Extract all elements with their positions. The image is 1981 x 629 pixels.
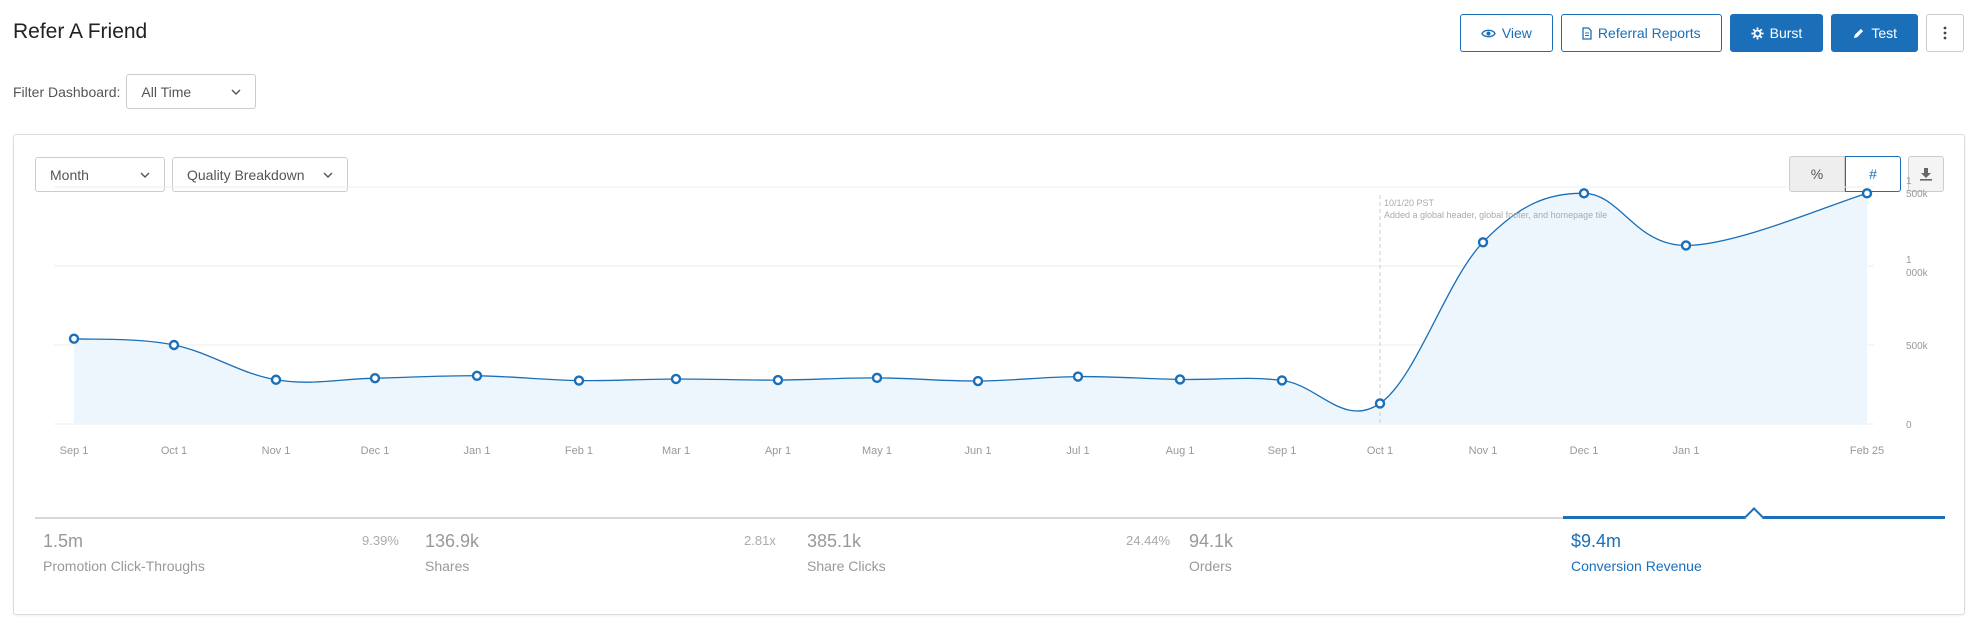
- chart-panel: Month Quality Breakdown % # 0 500k 1 000k 1 5…: [13, 134, 1965, 615]
- view-button[interactable]: View: [1459, 14, 1553, 52]
- x-tick-label: Jan 1: [1673, 445, 1700, 457]
- data-point: [1680, 240, 1692, 251]
- metric-3[interactable]: 94.1k Orders: [1181, 531, 1563, 574]
- metric-value: 385.1k: [807, 531, 862, 551]
- eye-icon: [1481, 29, 1496, 37]
- metric-4[interactable]: $9.4m Conversion Revenue: [1563, 531, 1945, 574]
- data-point: [1072, 371, 1084, 382]
- burst-button-label: Burst: [1769, 25, 1803, 41]
- data-point: [168, 339, 180, 351]
- metrics-strip: 1.5m Promotion Click-Throughs 136.9k Shares…: [35, 531, 1945, 574]
- filter-dashboard-select[interactable]: All Time: [126, 74, 257, 109]
- x-tick-label: Dec 1: [361, 445, 390, 457]
- x-tick-label: Aug 1: [1166, 445, 1195, 457]
- metric-0[interactable]: 1.5m Promotion Click-Throughs: [35, 531, 417, 574]
- metric-label: Orders: [1189, 558, 1232, 574]
- y-tick-label: 500k: [1906, 341, 1929, 352]
- metric-label: Conversion Revenue: [1571, 558, 1702, 574]
- x-tick-label: Oct 1: [1367, 445, 1393, 457]
- referral-reports-label: Referral Reports: [1597, 25, 1701, 41]
- x-tick-label: Nov 1: [262, 445, 291, 457]
- annotation-date: 10/1/20 PST: [1384, 198, 1435, 208]
- y-tick-label: 1: [1906, 255, 1912, 266]
- y-tick-label: 0: [1906, 420, 1912, 431]
- x-tick-label: Sep 1: [60, 445, 89, 457]
- data-point: [1374, 398, 1386, 409]
- test-button[interactable]: Test: [1831, 14, 1918, 52]
- burst-button[interactable]: Burst: [1729, 14, 1824, 52]
- document-icon: [1582, 26, 1592, 40]
- data-point: [471, 370, 483, 382]
- data-point: [972, 375, 984, 387]
- y-tick-label: 500k: [1906, 189, 1929, 200]
- referral-reports-button[interactable]: Referral Reports: [1560, 14, 1722, 52]
- x-tick-label: May 1: [862, 445, 892, 457]
- filter-row: Filter Dashboard: All Time: [13, 74, 257, 109]
- more-options-button[interactable]: [1926, 14, 1964, 52]
- data-point: [1276, 375, 1288, 386]
- x-tick-label: Mar 1: [662, 445, 690, 457]
- data-point: [871, 372, 883, 384]
- y-tick-label: 1: [1906, 176, 1912, 187]
- metric-ratio: 9.39%: [362, 533, 399, 548]
- metric-value: 136.9k: [425, 531, 480, 551]
- x-tick-label: Jan 1: [464, 445, 491, 457]
- x-tick-label: Jun 1: [965, 445, 992, 457]
- filter-dashboard-value: All Time: [141, 83, 192, 100]
- data-point: [1578, 188, 1590, 199]
- view-button-label: View: [1501, 25, 1532, 41]
- data-point: [1174, 374, 1186, 385]
- x-tick-label: Nov 1: [1469, 445, 1498, 457]
- chevron-down-icon: [231, 89, 241, 95]
- metric-2[interactable]: 385.1k Share Clicks: [799, 531, 1181, 574]
- y-tick-label: 000k: [1906, 268, 1929, 279]
- data-point: [573, 375, 585, 386]
- filter-label: Filter Dashboard:: [13, 83, 121, 100]
- top-actions: View Referral Reports Burst Test: [1459, 14, 1964, 52]
- metric-ratio: 2.81x: [744, 533, 776, 548]
- data-point: [1477, 237, 1489, 248]
- x-tick-label: Sep 1: [1268, 445, 1297, 457]
- metric-label: Promotion Click-Throughs: [43, 558, 205, 574]
- data-point: [270, 374, 282, 385]
- x-tick-label: Feb 1: [565, 445, 593, 457]
- data-point: [670, 373, 682, 385]
- metric-1[interactable]: 136.9k Shares: [417, 531, 799, 574]
- data-point: [369, 372, 381, 384]
- x-tick-label: Oct 1: [161, 445, 187, 457]
- data-point: [772, 374, 784, 386]
- metric-value: $9.4m: [1571, 531, 1622, 551]
- annotation-text: Added a global header, global footer, an…: [1384, 210, 1607, 220]
- metric-value: 1.5m: [43, 531, 84, 551]
- x-tick-label: Apr 1: [765, 445, 791, 457]
- referral-chart: 0 500k 1 000k 1 500k 10/1/20 PST Added a global…: [54, 176, 1929, 457]
- x-tick-label: Jul 1: [1066, 445, 1089, 457]
- metric-label: Shares: [425, 558, 470, 574]
- data-point: [68, 333, 80, 344]
- test-button-label: Test: [1871, 25, 1897, 41]
- series-area: [74, 193, 1867, 424]
- x-tick-label: Dec 1: [1570, 445, 1599, 457]
- data-point: [1861, 188, 1873, 199]
- page-title: Refer A Friend: [13, 20, 148, 43]
- vertical-dots-icon: [1943, 26, 1947, 40]
- x-tick-label: Feb 25: [1850, 445, 1884, 457]
- gear-icon: [1751, 26, 1764, 40]
- metric-label: Share Clicks: [807, 558, 886, 574]
- metric-value: 94.1k: [1189, 531, 1234, 551]
- pencil-icon: [1854, 28, 1864, 38]
- metric-ratio: 24.44%: [1126, 533, 1171, 548]
